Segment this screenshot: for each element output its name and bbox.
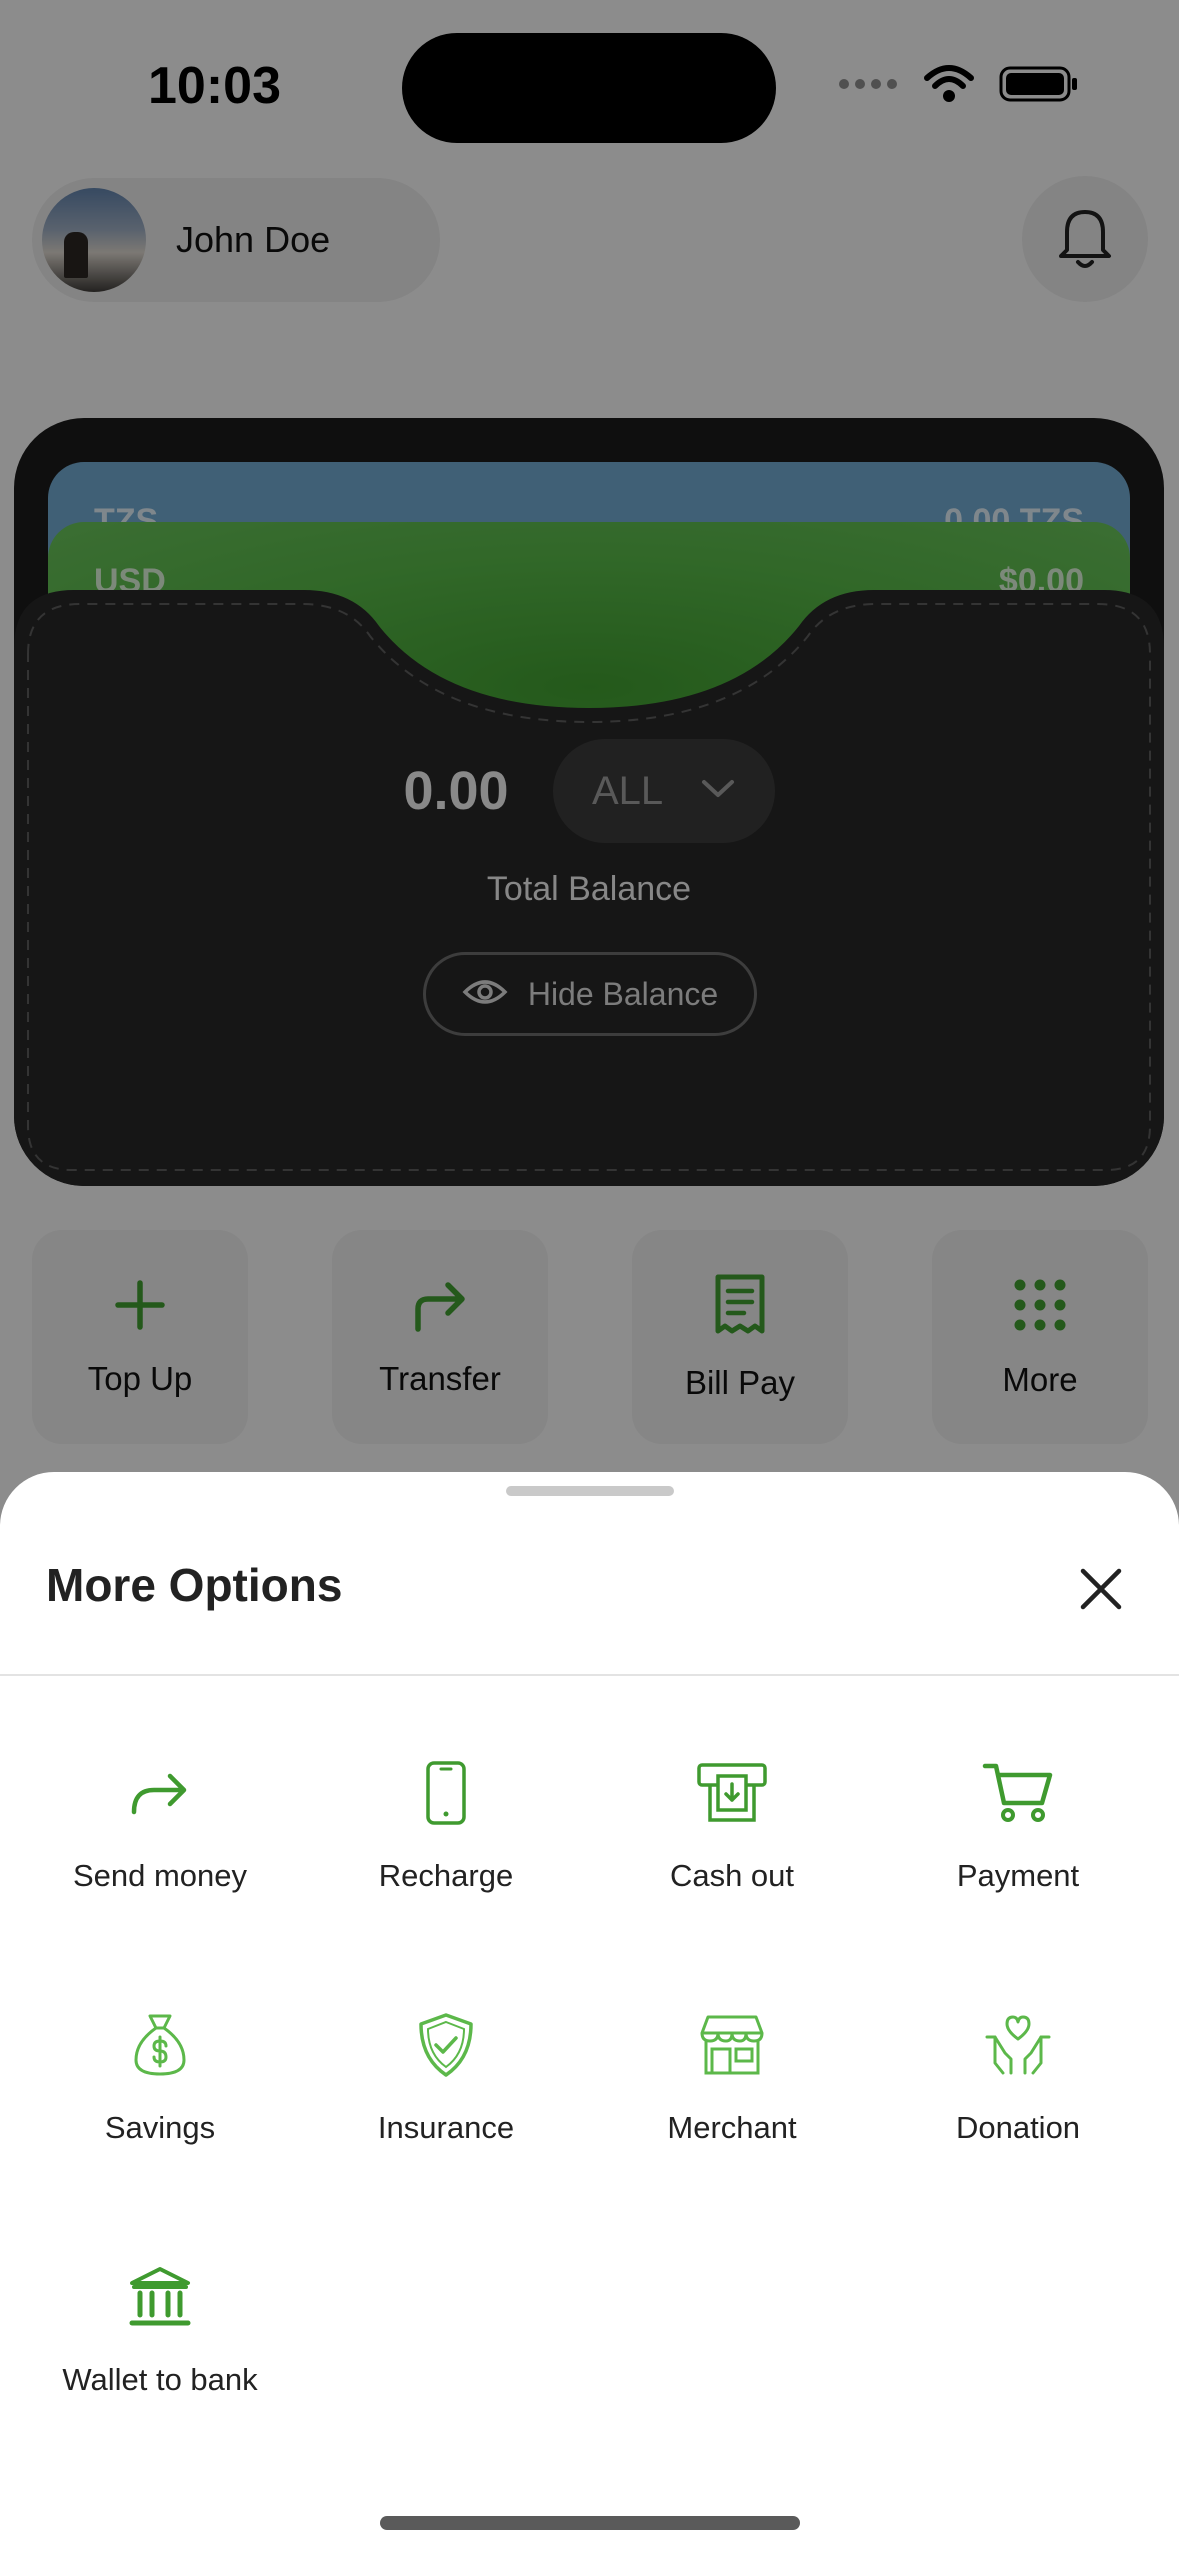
- store-icon: [687, 2000, 777, 2090]
- option-label: Cash out: [669, 1858, 795, 1893]
- bank-icon: [115, 2252, 205, 2342]
- option-insurance[interactable]: Insurance: [303, 2000, 589, 2190]
- donation-hands-icon: [973, 2000, 1063, 2090]
- money-bag-icon: [115, 2000, 205, 2090]
- option-donation[interactable]: Donation: [875, 2000, 1161, 2190]
- cart-icon: [973, 1748, 1063, 1838]
- option-recharge[interactable]: Recharge: [303, 1748, 589, 1938]
- shield-check-icon: [401, 2000, 491, 2090]
- option-payment[interactable]: Payment: [875, 1748, 1161, 1938]
- option-send-money[interactable]: Send money: [17, 1748, 303, 1938]
- option-wallet-to-bank[interactable]: Wallet to bank: [17, 2252, 303, 2442]
- home-indicator[interactable]: [380, 2516, 800, 2530]
- sheet-title: More Options: [46, 1559, 343, 1611]
- option-label: Send money: [72, 1858, 248, 1893]
- atm-icon: [687, 1748, 777, 1838]
- option-savings[interactable]: Savings: [17, 2000, 303, 2190]
- option-label: Merchant: [667, 2110, 797, 2145]
- option-label: Wallet to bank: [62, 2362, 258, 2397]
- sheet-grabber[interactable]: [506, 1486, 674, 1496]
- send-arrow-icon: [115, 1748, 205, 1838]
- sheet-divider: [0, 1674, 1179, 1676]
- option-label: Recharge: [378, 1858, 514, 1893]
- option-label: Payment: [956, 1858, 1080, 1893]
- option-merchant[interactable]: Merchant: [589, 2000, 875, 2190]
- close-icon: [1079, 1567, 1123, 1616]
- option-label: Donation: [955, 2110, 1081, 2145]
- option-label: Insurance: [377, 2110, 515, 2145]
- option-cash-out[interactable]: Cash out: [589, 1748, 875, 1938]
- phone-icon: [401, 1748, 491, 1838]
- more-options-sheet: More Options Send money Recharge Cash ou…: [0, 1472, 1179, 2556]
- close-button[interactable]: [1068, 1558, 1134, 1624]
- option-label: Savings: [104, 2110, 216, 2145]
